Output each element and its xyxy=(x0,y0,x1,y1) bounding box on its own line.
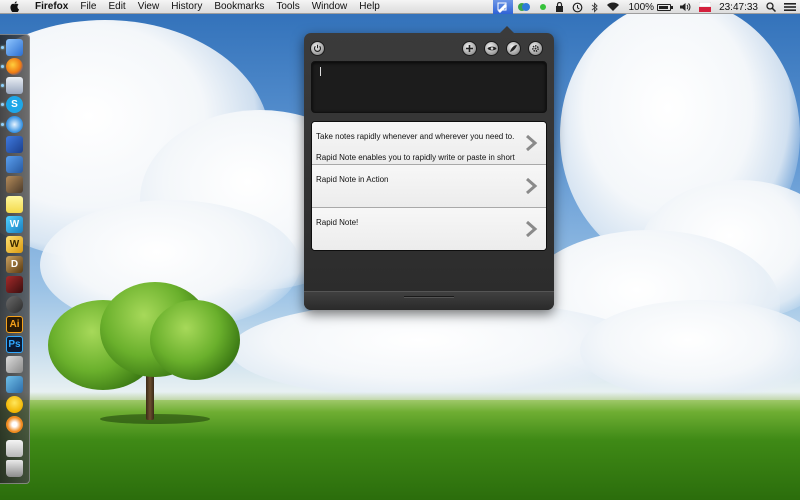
dock-script-editor-icon[interactable] xyxy=(6,356,23,373)
dock-notes-icon[interactable] xyxy=(6,156,23,173)
dock-skype-icon[interactable]: S xyxy=(6,96,23,113)
chevron-right-icon xyxy=(526,178,538,194)
note-title: Take notes rapidly whenever and wherever… xyxy=(316,132,515,141)
creative-cloud-icon[interactable] xyxy=(513,0,535,14)
menu-file[interactable]: File xyxy=(74,0,102,14)
dock-image-capture-icon[interactable] xyxy=(6,376,23,393)
menu-edit[interactable]: Edit xyxy=(102,0,131,14)
eye-icon[interactable] xyxy=(484,41,499,56)
note-item[interactable]: Take notes rapidly whenever and wherever… xyxy=(312,122,546,165)
clock[interactable]: 23:47:33 xyxy=(715,0,762,14)
dock-safari-icon[interactable] xyxy=(6,116,23,133)
tree-crown xyxy=(150,300,240,380)
menu-tools[interactable]: Tools xyxy=(270,0,305,14)
running-indicator xyxy=(1,84,4,87)
running-indicator xyxy=(1,46,4,49)
status-dot-icon[interactable] xyxy=(535,0,551,14)
dock: S W W D Ai Ps xyxy=(0,34,30,484)
note-item[interactable]: Rapid Note! xyxy=(312,208,546,250)
wifi-icon[interactable] xyxy=(602,0,624,14)
note-title: Rapid Note in Action xyxy=(316,175,389,184)
add-icon[interactable] xyxy=(462,41,477,56)
running-indicator xyxy=(1,65,4,68)
dock-preview-icon[interactable] xyxy=(6,77,23,94)
menu-bar: Firefox File Edit View History Bookmarks… xyxy=(0,0,800,14)
note-title: Rapid Note! xyxy=(316,218,359,227)
spotlight-icon[interactable] xyxy=(762,0,780,14)
power-icon[interactable] xyxy=(310,41,325,56)
battery-percentage: 100% xyxy=(628,1,655,13)
dock-steam-icon[interactable] xyxy=(6,296,23,313)
battery-indicator[interactable]: 100% xyxy=(624,0,675,14)
dock-photo-booth-icon[interactable] xyxy=(6,276,23,293)
time-machine-icon[interactable] xyxy=(568,0,587,14)
resize-grip[interactable] xyxy=(404,296,454,298)
text-cursor xyxy=(320,67,321,76)
notes-list: Take notes rapidly whenever and wherever… xyxy=(311,121,547,251)
tree-trunk xyxy=(146,370,154,420)
note-item[interactable]: Rapid Note in Action xyxy=(312,165,546,208)
rapid-note-icon[interactable] xyxy=(493,0,514,14)
dock-blender-icon[interactable] xyxy=(6,416,23,433)
dock-illustrator-icon[interactable]: Ai xyxy=(6,316,23,333)
dock-documents-icon[interactable] xyxy=(6,440,23,457)
note-input[interactable] xyxy=(311,61,547,113)
apple-icon[interactable] xyxy=(9,1,21,13)
feather-icon[interactable] xyxy=(506,41,521,56)
status-area: 100% 23:47:33 xyxy=(493,0,800,14)
dock-adium-icon[interactable] xyxy=(6,396,23,413)
popup-footer xyxy=(304,291,554,310)
settings-gear-icon[interactable] xyxy=(528,41,543,56)
chevron-right-icon xyxy=(526,135,538,151)
dock-wikipedia-icon[interactable]: W xyxy=(6,236,23,253)
battery-icon xyxy=(657,3,674,11)
menu-view[interactable]: View xyxy=(132,0,166,14)
dock-firefox-icon[interactable] xyxy=(6,58,23,75)
menu-help[interactable]: Help xyxy=(353,0,386,14)
dock-iphoto-icon[interactable] xyxy=(6,176,23,193)
chevron-right-icon xyxy=(526,221,538,237)
menu-history[interactable]: History xyxy=(165,0,208,14)
menu-bookmarks[interactable]: Bookmarks xyxy=(208,0,270,14)
note-preview: Rapid Note enables you to rapidly write … xyxy=(316,153,515,162)
bluetooth-icon[interactable] xyxy=(587,0,602,14)
running-indicator xyxy=(1,103,4,106)
dock-finder-icon[interactable] xyxy=(6,39,23,56)
flag-icon[interactable] xyxy=(695,0,715,14)
tree-shadow xyxy=(100,414,210,424)
menu-app-name[interactable]: Firefox xyxy=(33,0,74,14)
dock-word-icon[interactable]: W xyxy=(6,216,23,233)
dock-trash-icon[interactable] xyxy=(6,460,23,477)
dock-stickies-icon[interactable] xyxy=(6,196,23,213)
volume-icon[interactable] xyxy=(675,0,695,14)
lock-icon[interactable] xyxy=(551,0,568,14)
menu-window[interactable]: Window xyxy=(306,0,354,14)
rapid-note-popup: Take notes rapidly whenever and wherever… xyxy=(304,26,554,310)
dock-xcode-icon[interactable] xyxy=(6,136,23,153)
dock-photoshop-icon[interactable]: Ps xyxy=(6,336,23,353)
running-indicator xyxy=(1,123,4,126)
notification-icon[interactable] xyxy=(780,0,800,14)
dock-dictionary-icon[interactable]: D xyxy=(6,256,23,273)
